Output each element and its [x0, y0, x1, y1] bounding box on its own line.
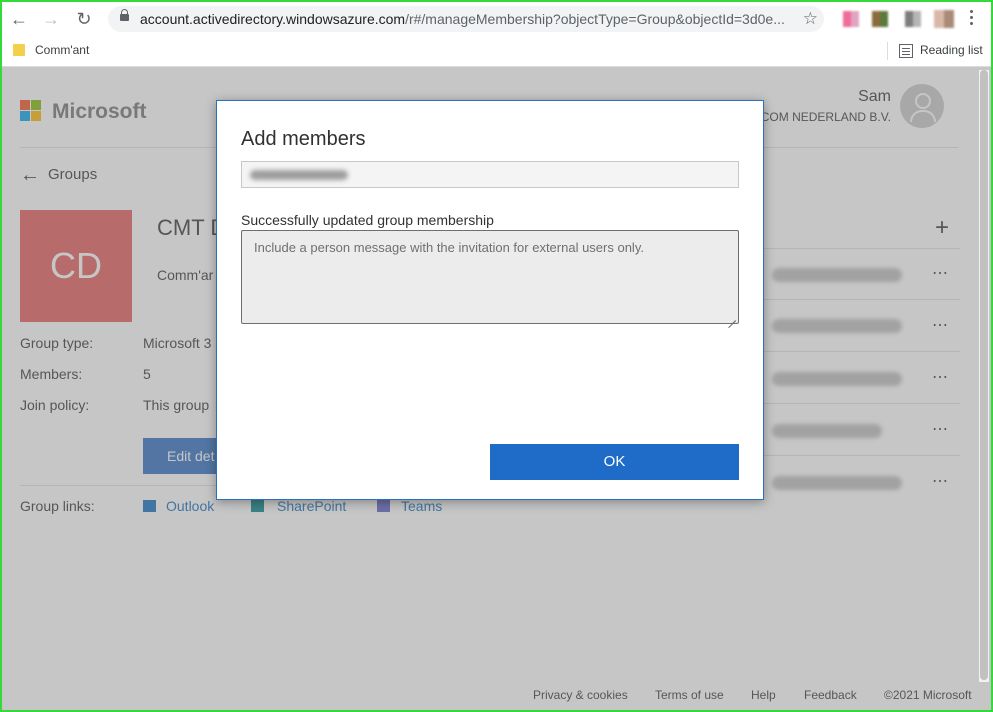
- lock-icon: [120, 9, 129, 21]
- bookmark-folder-label[interactable]: Comm'ant: [35, 43, 89, 57]
- bookmarks-bar: Comm'ant Reading list: [2, 36, 991, 67]
- bookmark-star-icon[interactable]: ☆: [803, 9, 818, 29]
- bookmarks-separator: [887, 42, 888, 60]
- extension-icon-3[interactable]: [902, 9, 924, 29]
- screenshot-frame: ← → ↻ account.activedirectory.windowsazu…: [0, 0, 993, 712]
- reading-list-icon: [899, 44, 913, 58]
- resize-grip-icon[interactable]: [728, 313, 736, 321]
- member-search-input[interactable]: [241, 161, 739, 188]
- url-text[interactable]: account.activedirectory.windowsazure.com…: [140, 11, 790, 27]
- forward-arrow-icon[interactable]: →: [40, 8, 62, 30]
- extension-icon-2[interactable]: [869, 9, 891, 29]
- scrollbar-thumb[interactable]: [980, 70, 988, 680]
- dialog-title: Add members: [241, 128, 366, 150]
- redacted-member-name: [250, 170, 348, 180]
- reading-list-button[interactable]: Reading list: [920, 43, 983, 57]
- folder-icon: [13, 44, 25, 56]
- status-message: Successfully updated group membership: [241, 212, 494, 228]
- back-arrow-icon[interactable]: ←: [8, 8, 30, 30]
- extension-icon-1[interactable]: [840, 9, 862, 29]
- textarea-placeholder: Include a person message with the invita…: [254, 240, 644, 255]
- browser-toolbar: ← → ↻ account.activedirectory.windowsazu…: [2, 2, 991, 36]
- invitation-message-textarea[interactable]: Include a person message with the invita…: [241, 230, 739, 324]
- ok-button[interactable]: OK: [490, 444, 739, 480]
- add-members-dialog: Add members Successfully updated group m…: [216, 100, 764, 500]
- profile-avatar-icon[interactable]: [932, 9, 954, 29]
- address-bar[interactable]: account.activedirectory.windowsazure.com…: [108, 6, 824, 32]
- reload-icon[interactable]: ↻: [73, 8, 95, 30]
- page-scrollbar[interactable]: [979, 70, 989, 682]
- browser-menu-icon[interactable]: [970, 10, 974, 28]
